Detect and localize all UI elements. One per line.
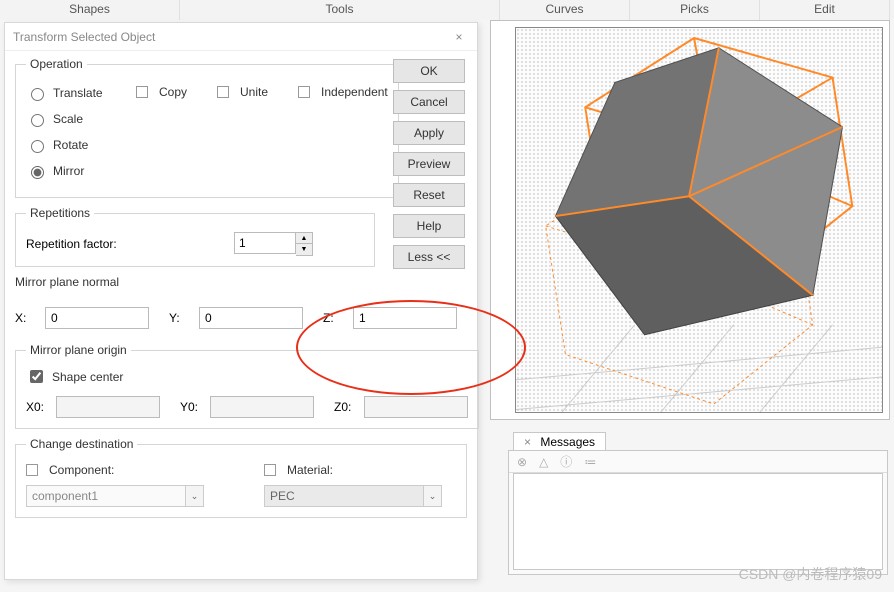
transform-dialog: Transform Selected Object × OK Cancel Ap… bbox=[4, 22, 478, 580]
dialog-title: Transform Selected Object bbox=[13, 30, 449, 44]
mirror-origin-legend: Mirror plane origin bbox=[26, 343, 131, 357]
spin-down-icon[interactable]: ▼ bbox=[296, 244, 312, 255]
mirror-origin-fieldset: Mirror plane origin Shape center X0: Y0:… bbox=[15, 343, 479, 429]
close-icon[interactable]: × bbox=[524, 435, 531, 449]
messages-body[interactable] bbox=[513, 473, 883, 570]
origin-z0-input bbox=[364, 396, 468, 418]
checkbox-shape-center[interactable]: Shape center bbox=[26, 367, 468, 386]
cancel-button[interactable]: Cancel bbox=[393, 90, 465, 114]
tab-curves[interactable]: Curves bbox=[500, 0, 630, 20]
origin-y0-input bbox=[210, 396, 314, 418]
tab-edit[interactable]: Edit bbox=[760, 0, 890, 20]
destination-legend: Change destination bbox=[26, 437, 137, 451]
origin-x0-input bbox=[56, 396, 160, 418]
y-label: Y: bbox=[169, 311, 191, 325]
operation-legend: Operation bbox=[26, 57, 87, 71]
ok-button[interactable]: OK bbox=[393, 59, 465, 83]
material-select-input bbox=[264, 485, 424, 507]
close-icon[interactable]: × bbox=[449, 30, 469, 44]
dialog-button-column: OK Cancel Apply Preview Reset Help Less … bbox=[393, 59, 465, 269]
material-select[interactable]: ⌄ bbox=[264, 485, 442, 507]
messages-panel: × Messages ⊗ △ ⓘ ≔ bbox=[508, 450, 888, 575]
repetitions-legend: Repetitions bbox=[26, 206, 94, 220]
component-select[interactable]: ⌄ bbox=[26, 485, 204, 507]
messages-toolbar: ⊗ △ ⓘ ≔ bbox=[509, 451, 887, 473]
repetition-factor-input[interactable] bbox=[234, 232, 296, 254]
radio-scale[interactable]: Scale bbox=[26, 111, 136, 127]
repetition-factor-label: Repetition factor: bbox=[26, 237, 226, 251]
checkbox-copy[interactable]: Copy bbox=[136, 85, 187, 99]
less-button[interactable]: Less << bbox=[393, 245, 465, 269]
help-button[interactable]: Help bbox=[393, 214, 465, 238]
viewport-3d[interactable] bbox=[490, 20, 890, 420]
radio-translate[interactable]: Translate bbox=[26, 85, 136, 101]
checkbox-unite[interactable]: Unite bbox=[217, 85, 268, 99]
mirror-y-input[interactable] bbox=[199, 307, 303, 329]
x-label: X: bbox=[15, 311, 37, 325]
filter-icon[interactable]: ≔ bbox=[584, 455, 596, 469]
radio-rotate[interactable]: Rotate bbox=[26, 137, 136, 153]
mirror-x-input[interactable] bbox=[45, 307, 149, 329]
reset-button[interactable]: Reset bbox=[393, 183, 465, 207]
messages-tab[interactable]: × Messages bbox=[513, 432, 606, 450]
dialog-titlebar[interactable]: Transform Selected Object × bbox=[5, 23, 477, 51]
messages-tab-label: Messages bbox=[540, 435, 595, 449]
radio-mirror[interactable]: Mirror bbox=[26, 163, 136, 179]
tab-tools[interactable]: Tools bbox=[180, 0, 500, 20]
y0-label: Y0: bbox=[180, 400, 202, 414]
repetition-factor-spinner[interactable]: ▲ ▼ bbox=[234, 232, 313, 256]
x0-label: X0: bbox=[26, 400, 48, 414]
checkbox-component[interactable]: Component: bbox=[26, 463, 204, 477]
chevron-down-icon[interactable]: ⌄ bbox=[424, 485, 442, 507]
ribbon-tabs: Shapes Tools Curves Picks Edit bbox=[0, 0, 894, 20]
operation-fieldset: Operation Translate Scale Rotate Mirror … bbox=[15, 57, 399, 198]
component-select-input bbox=[26, 485, 186, 507]
checkbox-independent[interactable]: Independent bbox=[298, 85, 388, 99]
watermark: CSDN @内卷程序猿09 bbox=[739, 564, 882, 584]
checkbox-material[interactable]: Material: bbox=[264, 463, 442, 477]
spin-up-icon[interactable]: ▲ bbox=[296, 233, 312, 244]
mirror-normal-row: X: Y: Z: bbox=[15, 307, 467, 329]
mirror-z-input[interactable] bbox=[353, 307, 457, 329]
tab-picks[interactable]: Picks bbox=[630, 0, 760, 20]
mirror-normal-label: Mirror plane normal bbox=[15, 275, 467, 289]
z0-label: Z0: bbox=[334, 400, 356, 414]
info-icon[interactable]: ⓘ bbox=[560, 453, 572, 470]
cube-render bbox=[516, 28, 882, 412]
z-label: Z: bbox=[323, 311, 345, 325]
tab-shapes[interactable]: Shapes bbox=[0, 0, 180, 20]
error-icon[interactable]: ⊗ bbox=[517, 455, 527, 469]
destination-fieldset: Change destination Component: ⌄ Material… bbox=[15, 437, 467, 518]
preview-button[interactable]: Preview bbox=[393, 152, 465, 176]
apply-button[interactable]: Apply bbox=[393, 121, 465, 145]
chevron-down-icon[interactable]: ⌄ bbox=[186, 485, 204, 507]
warning-icon[interactable]: △ bbox=[539, 455, 548, 469]
repetitions-fieldset: Repetitions Repetition factor: ▲ ▼ bbox=[15, 206, 375, 267]
